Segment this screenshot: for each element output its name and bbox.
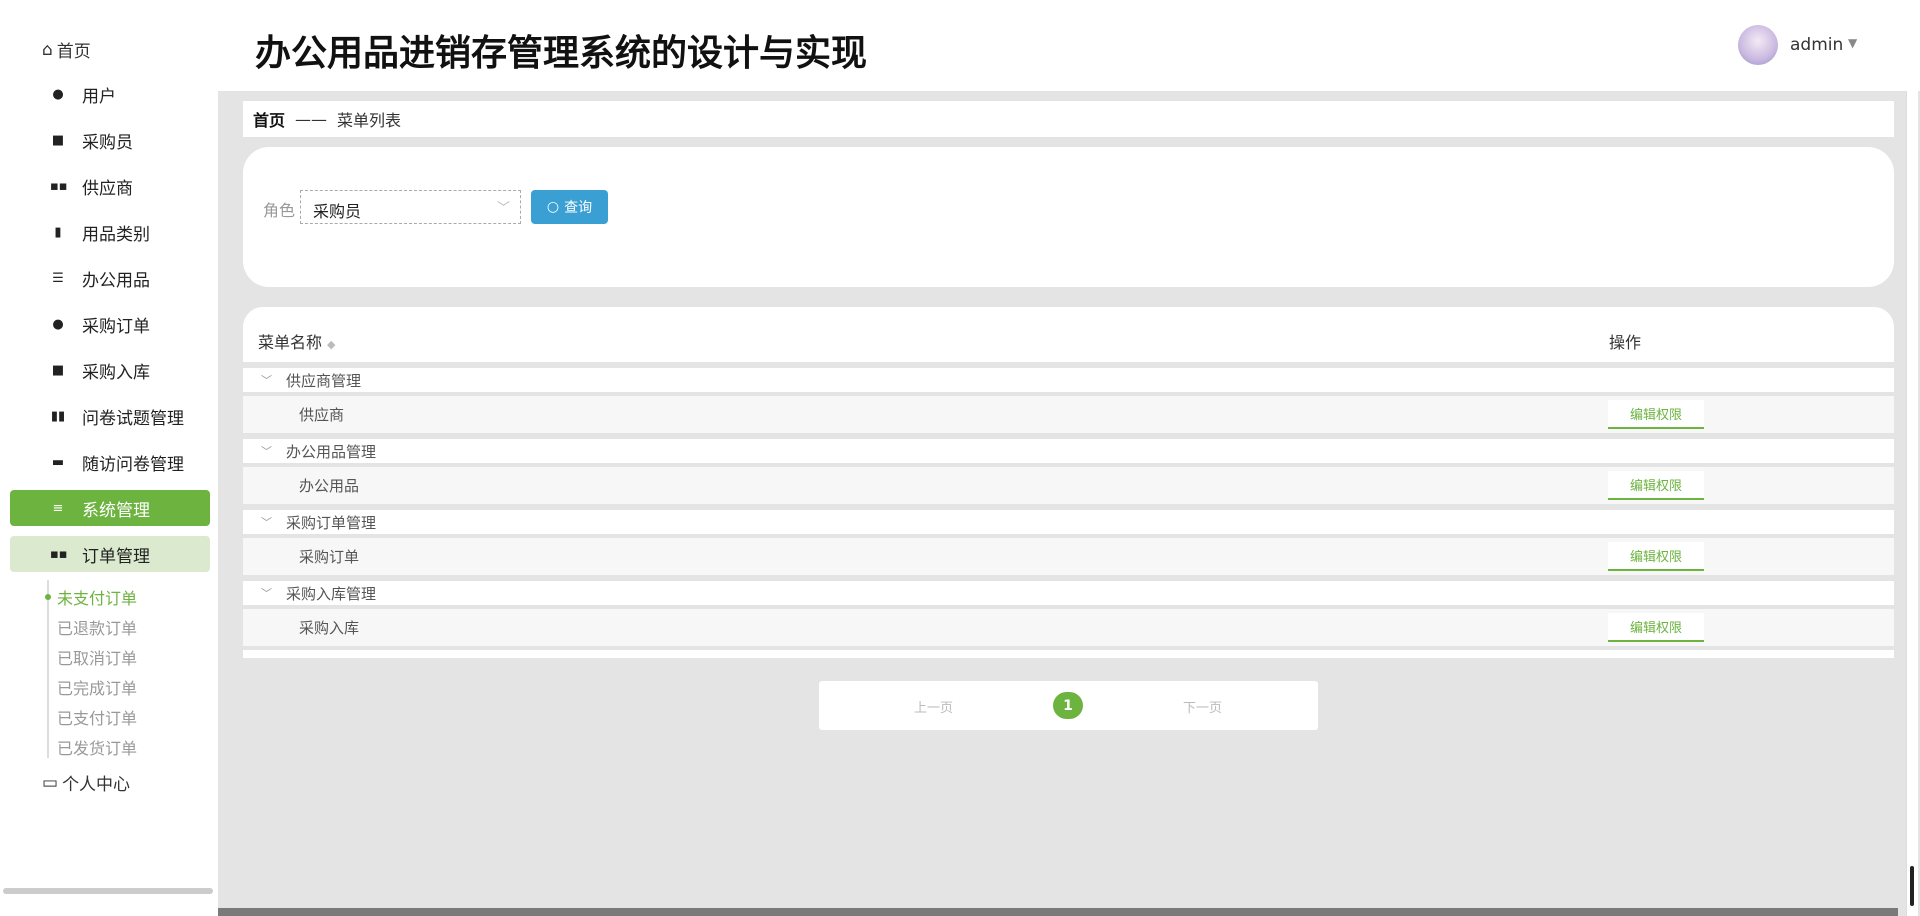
grid-icon: ▪▪ bbox=[50, 546, 68, 562]
card-icon: ▭ bbox=[42, 772, 59, 793]
home-icon: ⌂ bbox=[42, 39, 53, 60]
list-icon: ☰ bbox=[52, 270, 64, 286]
role-select[interactable]: 采购员 ﹀ bbox=[300, 190, 521, 224]
edit-permission-button[interactable]: 编辑权限 bbox=[1608, 471, 1704, 500]
edit-permission-button[interactable]: 编辑权限 bbox=[1608, 613, 1704, 642]
edit-permission-button[interactable]: 编辑权限 bbox=[1608, 542, 1704, 571]
breadcrumb: 首页 —— 菜单列表 bbox=[243, 101, 1894, 137]
column-operation: 操作 bbox=[1609, 333, 1642, 352]
sidebar-item-personal[interactable]: ▭ 个人中心 bbox=[42, 770, 130, 796]
query-button[interactable]: ○ 查询 bbox=[531, 190, 608, 224]
caret-down-icon[interactable]: ▼ bbox=[1848, 36, 1857, 50]
table-group-row[interactable]: ﹀ 供应商管理 bbox=[243, 368, 1894, 392]
clipboard-icon: ▮ bbox=[54, 224, 62, 240]
wallet-icon: ■ bbox=[51, 362, 65, 378]
sidebar-item[interactable]: ▮▮ 问卷试题管理 bbox=[10, 398, 210, 434]
grid-icon: ▪▪ bbox=[50, 178, 68, 194]
search-panel: 角色 采购员 ﹀ ○ 查询 bbox=[243, 147, 1894, 287]
username[interactable]: admin bbox=[1790, 35, 1843, 55]
sidebar: ⌂ 首页 ● 用户 ■ 采购员 ▪▪ 供应商 ▮ 用品类别 ☰ 办公用品 ● 采购订单 ■ 采购入库 ▮▮ 问卷… bbox=[0, 0, 218, 916]
sidebar-item[interactable]: ▪▪ 供应商 bbox=[10, 168, 210, 204]
sidebar-item[interactable]: ▬ 随访问卷管理 bbox=[10, 444, 210, 480]
page-button-1[interactable]: 1 bbox=[1053, 692, 1083, 719]
table-row: 采购入库 编辑权限 bbox=[243, 609, 1894, 646]
chevron-down-icon: ﹀ bbox=[496, 201, 510, 216]
table-row: 采购订单 编辑权限 bbox=[243, 538, 1894, 575]
table-footer bbox=[243, 650, 1894, 658]
vertical-scrollbar[interactable] bbox=[1906, 91, 1918, 916]
sidebar-item-home[interactable]: ⌂ 首页 bbox=[42, 37, 91, 63]
menu-table: 菜单名称 ◆ 操作 ﹀ 供应商管理 供应商 编辑权限 ﹀ 办公用品管理 办公用品 编辑权限 ﹀ 采购… bbox=[243, 307, 1894, 662]
submenu-item[interactable]: 未支付订单 bbox=[57, 585, 137, 609]
sidebar-item[interactable]: ● 采购订单 bbox=[10, 306, 210, 342]
sidebar-item[interactable]: ■ 采购入库 bbox=[10, 352, 210, 388]
sidebar-item[interactable]: ☰ 办公用品 bbox=[10, 260, 210, 296]
sidebar-scrollbar[interactable] bbox=[3, 888, 213, 894]
submenu-item[interactable]: 已发货订单 bbox=[57, 735, 137, 759]
sidebar-item[interactable]: ● 用户 bbox=[10, 76, 210, 112]
table-row: 办公用品 编辑权限 bbox=[243, 467, 1894, 504]
table-header: 菜单名称 ◆ 操作 bbox=[243, 307, 1894, 362]
pagination: 上一页 1 下一页 bbox=[819, 681, 1318, 730]
sidebar-item[interactable]: ▪▪ 订单管理 bbox=[10, 536, 210, 572]
edit-permission-button[interactable]: 编辑权限 bbox=[1608, 400, 1704, 429]
submenu-item[interactable]: 已退款订单 bbox=[57, 615, 137, 639]
role-label: 角色 bbox=[263, 201, 296, 220]
avatar[interactable] bbox=[1738, 25, 1778, 65]
sliders-icon: ≡ bbox=[52, 500, 64, 516]
sidebar-item[interactable]: ≡ 系统管理 bbox=[10, 490, 210, 526]
next-page-button[interactable]: 下一页 bbox=[1183, 697, 1222, 716]
table-group-row[interactable]: ﹀ 采购订单管理 bbox=[243, 510, 1894, 534]
comment-icon: ▬ bbox=[51, 454, 65, 470]
breadcrumb-home[interactable]: 首页 bbox=[253, 107, 285, 131]
prev-page-button[interactable]: 上一页 bbox=[914, 697, 953, 716]
active-dot bbox=[45, 594, 51, 600]
submenu-item[interactable]: 已取消订单 bbox=[57, 645, 137, 669]
scroll-thumb[interactable] bbox=[1910, 866, 1914, 906]
chevron-down-icon[interactable]: ﹀ bbox=[261, 443, 272, 459]
bulb-icon: ● bbox=[52, 316, 64, 332]
briefcase-icon: ■ bbox=[51, 132, 65, 148]
submenu-item[interactable]: 已完成订单 bbox=[57, 675, 137, 699]
table-group-row[interactable]: ﹀ 办公用品管理 bbox=[243, 439, 1894, 463]
chevron-down-icon[interactable]: ﹀ bbox=[261, 585, 272, 601]
search-icon: ○ bbox=[546, 199, 560, 215]
sidebar-item[interactable]: ■ 采购员 bbox=[10, 122, 210, 158]
table-group-row[interactable]: ﹀ 采购入库管理 bbox=[243, 581, 1894, 605]
chevron-down-icon[interactable]: ﹀ bbox=[261, 372, 272, 388]
sort-icon[interactable]: ◆ bbox=[327, 338, 335, 351]
column-menu-name[interactable]: 菜单名称 ◆ bbox=[258, 329, 335, 353]
sidebar-item[interactable]: ▮ 用品类别 bbox=[10, 214, 210, 250]
breadcrumb-current: 菜单列表 bbox=[337, 111, 402, 130]
bar-chart-icon: ▮▮ bbox=[50, 408, 66, 424]
chevron-down-icon[interactable]: ﹀ bbox=[261, 514, 272, 530]
horizontal-scrollbar[interactable] bbox=[218, 908, 1898, 916]
table-row: 供应商 编辑权限 bbox=[243, 396, 1894, 433]
breadcrumb-separator: —— bbox=[295, 109, 328, 129]
submenu-line bbox=[47, 580, 49, 758]
header: 办公用品进销存管理系统的设计与实现 admin ▼ bbox=[218, 0, 1920, 91]
page-title: 办公用品进销存管理系统的设计与实现 bbox=[255, 33, 868, 74]
submenu-item[interactable]: 已支付订单 bbox=[57, 705, 137, 729]
user-icon: ● bbox=[52, 86, 64, 102]
